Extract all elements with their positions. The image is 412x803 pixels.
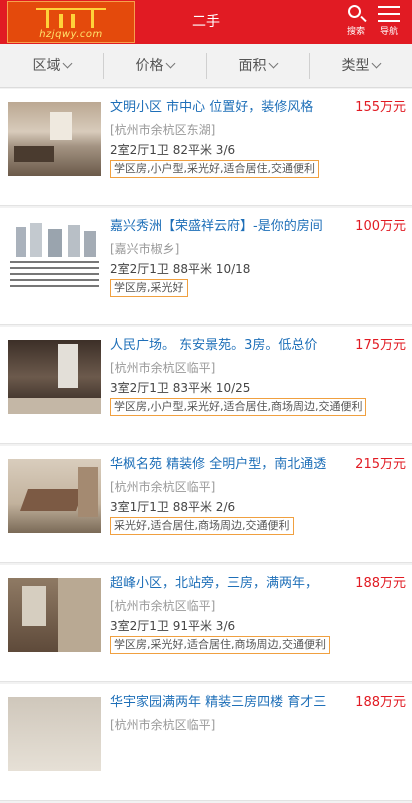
listing-photo[interactable] (8, 459, 101, 533)
search-label: 搜索 (346, 27, 365, 37)
menu-icon (378, 6, 400, 22)
listing-photo[interactable] (8, 697, 101, 771)
listing-tags: 学区房,采光好 (110, 279, 188, 297)
filter-label: 区域 (32, 58, 61, 74)
listing-specs: 3室2厅1卫 91平米 3/6 (110, 619, 236, 633)
listing-specs: 2室2厅1卫 82平米 3/6 (110, 143, 236, 157)
listing-photo[interactable] (8, 102, 101, 176)
listing-price: 188万元 (355, 695, 406, 710)
chevron-down-icon (268, 58, 278, 69)
listing-list: 文明小区 市中心 位置好，装修风格 155万元 [杭州市余杭区东湖] 2室2厅1… (0, 89, 412, 803)
listing-specs: 3室1厅1卫 88平米 2/6 (110, 500, 236, 514)
nav-label: 导航 (379, 27, 398, 37)
chevron-down-icon (371, 58, 381, 69)
listing-photo[interactable] (8, 578, 101, 652)
filter-area-dropdown[interactable]: 区域 (0, 44, 103, 87)
filter-label: 面积 (238, 58, 267, 74)
search-button[interactable]: 搜索 (341, 3, 371, 41)
listing-tags: 学区房,小户型,采光好,适合居住,交通便利 (110, 160, 319, 178)
listing-location: [杭州市余杭区临平] (110, 718, 216, 732)
filter-size-dropdown[interactable]: 面积 (206, 44, 309, 87)
listing-location: [杭州市余杭区临平] (110, 599, 216, 613)
listing-price: 215万元 (355, 457, 406, 472)
listing-photo[interactable] (8, 340, 101, 414)
listing-tags: 学区房,采光好,适合居住,商场周边,交通便利 (110, 636, 330, 654)
listing-price: 175万元 (355, 338, 406, 353)
listing-location: [嘉兴市椒乡] (110, 242, 180, 256)
listing-specs: 3室2厅1卫 83平米 10/25 (110, 381, 251, 395)
chevron-down-icon (165, 58, 175, 69)
nav-menu-button[interactable]: 导航 (374, 3, 404, 41)
filter-label: 类型 (341, 58, 370, 74)
page-title: 二手 (192, 14, 220, 30)
listing-title[interactable]: 嘉兴秀洲【荣盛祥云府】-是你的房间 (110, 218, 345, 236)
listing-specs: 2室2厅1卫 88平米 10/18 (110, 262, 251, 276)
listing-item[interactable]: 华枫名苑 精装修 全明户型，南北通透 215万元 [杭州市余杭区临平] 3室1厅… (0, 446, 412, 563)
filter-price-dropdown[interactable]: 价格 (103, 44, 206, 87)
listing-title[interactable]: 华宇家园满两年 精装三房四楼 育才三 (110, 694, 345, 712)
filter-type-dropdown[interactable]: 类型 (309, 44, 412, 87)
chevron-down-icon (62, 58, 72, 69)
listing-title[interactable]: 超峰小区，北站旁，三房，满两年， (110, 575, 345, 593)
listing-photo[interactable] (8, 221, 101, 295)
logo-domain-text: hzjqwy.com (39, 29, 103, 40)
listing-price: 100万元 (355, 219, 406, 234)
listing-item[interactable]: 超峰小区，北站旁，三房，满两年， 188万元 [杭州市余杭区临平] 3室2厅1卫… (0, 565, 412, 682)
filter-bar: 区域 价格 面积 类型 (0, 44, 412, 88)
listing-price: 155万元 (355, 100, 406, 115)
listing-price: 188万元 (355, 576, 406, 591)
listing-item[interactable]: 人民广场。 东安景苑。3房。低总价 175万元 [杭州市余杭区临平] 3室2厅1… (0, 327, 412, 444)
listing-title[interactable]: 文明小区 市中心 位置好，装修风格 (110, 99, 345, 117)
site-logo[interactable]: hzjqwy.com (7, 1, 135, 43)
listing-location: [杭州市余杭区临平] (110, 480, 216, 494)
search-icon (348, 5, 361, 18)
listing-item[interactable]: 华宇家园满两年 精装三房四楼 育才三 188万元 [杭州市余杭区临平] (0, 684, 412, 801)
listing-item[interactable]: 文明小区 市中心 位置好，装修风格 155万元 [杭州市余杭区东湖] 2室2厅1… (0, 89, 412, 206)
listing-title[interactable]: 华枫名苑 精装修 全明户型，南北通透 (110, 456, 345, 474)
top-header: hzjqwy.com 二手 搜索 导航 (0, 0, 412, 44)
listing-location: [杭州市余杭区东湖] (110, 123, 216, 137)
filter-label: 价格 (135, 58, 164, 74)
listing-location: [杭州市余杭区临平] (110, 361, 216, 375)
listing-tags: 学区房,小户型,采光好,适合居住,商场周边,交通便利 (110, 398, 367, 416)
listing-title[interactable]: 人民广场。 东安景苑。3房。低总价 (110, 337, 345, 355)
logo-house-icon (46, 10, 94, 28)
listing-item[interactable]: 嘉兴秀洲【荣盛祥云府】-是你的房间 100万元 [嘉兴市椒乡] 2室2厅1卫 8… (0, 208, 412, 325)
listing-tags: 采光好,适合居住,商场周边,交通便利 (110, 517, 294, 535)
